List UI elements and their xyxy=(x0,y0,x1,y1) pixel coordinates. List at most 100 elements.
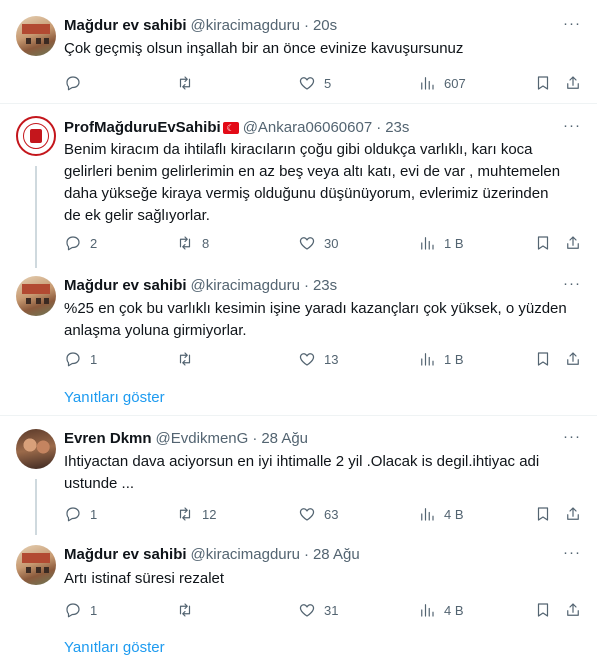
show-replies-label[interactable]: Yanıtları göster xyxy=(64,388,165,408)
share-button[interactable] xyxy=(564,349,582,369)
user-handle[interactable]: @kiracimagduru xyxy=(191,545,300,565)
reply-button[interactable] xyxy=(64,73,90,93)
tweet[interactable]: Mağdur ev sahibi @kiracimagduru · 28 Ağu… xyxy=(0,535,597,629)
retweet-button[interactable] xyxy=(176,73,202,93)
retweet-button[interactable]: 12 xyxy=(176,504,216,524)
retweet-icon xyxy=(179,352,191,366)
bookmark-button[interactable] xyxy=(534,73,552,93)
reply-count: 1 xyxy=(90,351,98,367)
avatar[interactable] xyxy=(16,429,56,469)
share-button[interactable] xyxy=(564,73,582,93)
reply-button[interactable]: 1 xyxy=(64,504,97,524)
bookmark-button[interactable] xyxy=(534,600,552,620)
heart-icon xyxy=(299,237,315,250)
display-name[interactable]: ProfMağduruEvSahibi xyxy=(64,118,221,138)
user-handle[interactable]: @kiracimagduru xyxy=(191,16,300,36)
heart-icon xyxy=(299,77,315,90)
bookmark-button[interactable] xyxy=(534,233,552,253)
share-icon xyxy=(567,352,579,365)
retweet-icon xyxy=(179,76,191,90)
views-button[interactable]: 1 B xyxy=(418,233,464,253)
views-button[interactable]: 4 B xyxy=(418,504,464,524)
reply-button[interactable]: 1 xyxy=(64,349,97,369)
like-button[interactable]: 31 xyxy=(298,600,338,620)
more-options-icon[interactable]: ··· xyxy=(563,427,581,447)
like-button[interactable]: 63 xyxy=(298,504,338,524)
reply-count: 1 xyxy=(90,602,98,618)
timestamp[interactable]: 28 Ağu xyxy=(261,429,308,449)
timestamp[interactable]: 28 Ağu xyxy=(313,545,360,565)
like-button[interactable]: 5 xyxy=(298,73,331,93)
analytics-icon xyxy=(421,604,434,617)
retweet-button[interactable] xyxy=(176,600,202,620)
retweet-button[interactable]: 8 xyxy=(176,233,209,253)
thread-line xyxy=(35,166,37,268)
view-count: 4 B xyxy=(444,506,464,522)
bookmark-icon xyxy=(537,352,549,366)
user-handle[interactable]: @EvdikmenG xyxy=(156,429,249,449)
share-button[interactable] xyxy=(564,600,582,620)
action-bar: 2 8 30 1 B xyxy=(56,233,586,253)
share-button[interactable] xyxy=(564,233,582,253)
display-name[interactable]: Evren Dkmn xyxy=(64,429,152,449)
separator-dot: · xyxy=(252,430,258,447)
action-bar: 1 12 63 4 B xyxy=(56,504,586,524)
timestamp[interactable]: 23s xyxy=(313,276,337,296)
views-button[interactable]: 4 B xyxy=(418,600,464,620)
reply-button[interactable]: 1 xyxy=(64,600,97,620)
retweet-icon xyxy=(179,507,191,521)
reply-icon xyxy=(66,76,80,91)
show-replies-link[interactable]: Yanıtları göster xyxy=(0,380,597,416)
tweet[interactable]: ProfMağduruEvSahibi ☾ @Ankara06060607 · … xyxy=(0,104,597,268)
tweet[interactable]: Mağdur ev sahibi @kiracimagduru · 20s ··… xyxy=(0,0,597,104)
user-handle[interactable]: @kiracimagduru xyxy=(191,276,300,296)
retweet-button[interactable] xyxy=(176,349,202,369)
user-handle[interactable]: @Ankara06060607 xyxy=(243,118,373,138)
avatar[interactable] xyxy=(16,545,56,585)
heart-icon xyxy=(299,604,315,617)
separator-dot: · xyxy=(376,119,382,136)
display-name[interactable]: Mağdur ev sahibi xyxy=(64,16,187,36)
tweet-text: Artı istinaf süresi rezalet xyxy=(64,570,225,587)
more-options-icon[interactable]: ··· xyxy=(563,543,581,563)
reply-icon xyxy=(66,236,80,251)
display-name[interactable]: Mağdur ev sahibi xyxy=(64,276,187,296)
analytics-icon xyxy=(421,353,434,366)
timestamp[interactable]: 20s xyxy=(313,16,337,36)
reply-icon xyxy=(66,507,80,522)
bookmark-button[interactable] xyxy=(534,504,552,524)
more-options-icon[interactable]: ··· xyxy=(563,274,581,294)
display-name[interactable]: Mağdur ev sahibi xyxy=(64,545,187,565)
like-count: 5 xyxy=(324,75,332,91)
bookmark-icon xyxy=(537,236,549,250)
views-button[interactable]: 1 B xyxy=(418,349,464,369)
reply-button[interactable]: 2 xyxy=(64,233,97,253)
avatar[interactable] xyxy=(16,16,56,56)
bookmark-icon xyxy=(537,603,549,617)
show-replies-label[interactable]: Yanıtları göster xyxy=(64,638,165,658)
view-count: 1 B xyxy=(444,235,464,251)
like-count: 63 xyxy=(324,506,339,522)
like-button[interactable]: 30 xyxy=(298,233,338,253)
share-button[interactable] xyxy=(564,504,582,524)
more-options-icon[interactable]: ··· xyxy=(563,14,581,34)
tweet[interactable]: Mağdur ev sahibi @kiracimagduru · 23s ··… xyxy=(0,268,597,380)
retweet-icon xyxy=(179,603,191,617)
like-button[interactable]: 13 xyxy=(298,349,338,369)
more-options-icon[interactable]: ··· xyxy=(563,116,581,136)
avatar[interactable] xyxy=(16,116,56,156)
tweet[interactable]: Evren Dkmn @EvdikmenG · 28 Ağu ··· Ihtiy… xyxy=(0,417,597,535)
reply-icon xyxy=(66,352,80,367)
separator-dot: · xyxy=(303,546,309,563)
timestamp[interactable]: 23s xyxy=(385,118,409,138)
avatar[interactable] xyxy=(16,276,56,316)
bookmark-button[interactable] xyxy=(534,349,552,369)
separator-dot: · xyxy=(303,17,309,34)
reply-count: 1 xyxy=(90,506,98,522)
views-button[interactable]: 607 xyxy=(418,73,466,93)
reply-icon xyxy=(66,603,80,618)
show-replies-link[interactable]: Yanıtları göster xyxy=(0,629,597,664)
heart-icon xyxy=(299,508,315,521)
view-count: 1 B xyxy=(444,351,464,367)
tweet-text: Ihtiyactan dava aciyorsun en iyi ihtimal… xyxy=(64,453,540,492)
